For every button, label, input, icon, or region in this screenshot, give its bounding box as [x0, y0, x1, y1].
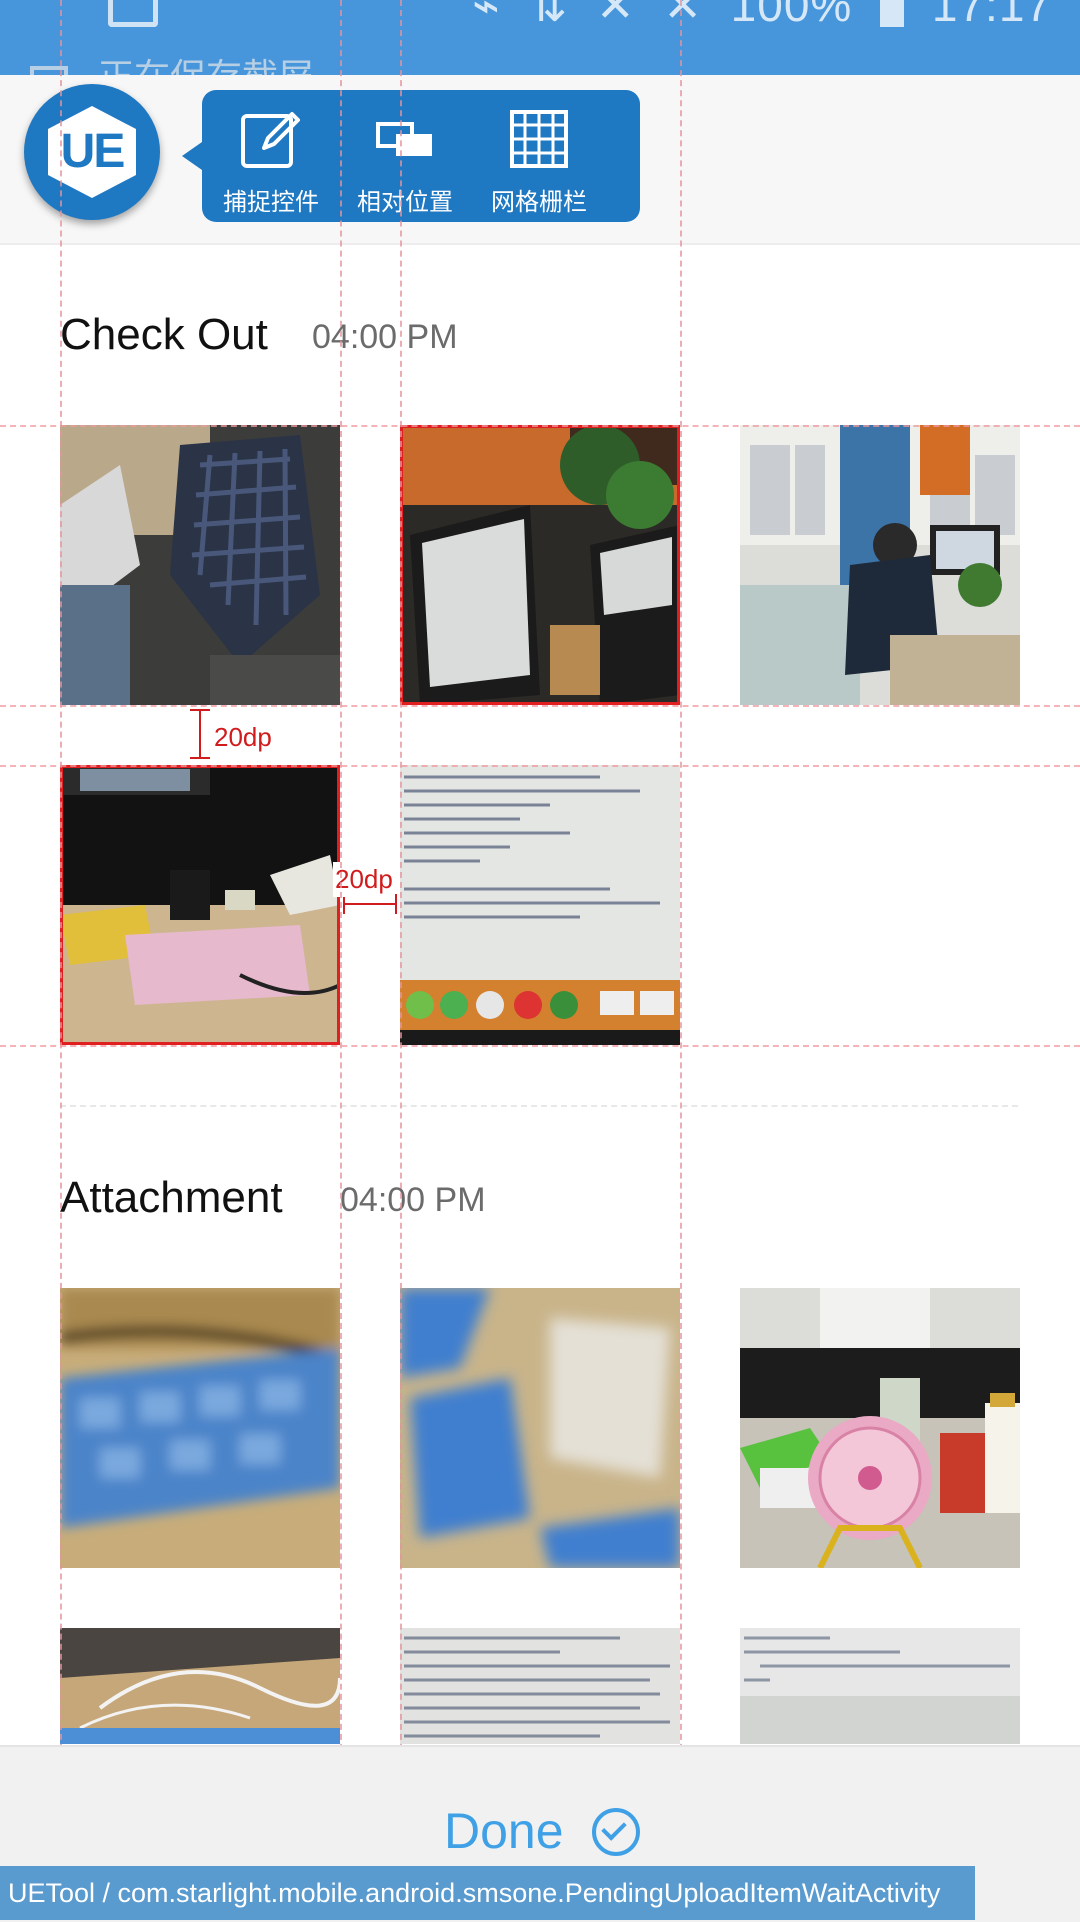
section-time-check-out: 04:00 PM	[312, 318, 458, 356]
status-icons: ⌁ ⇅ ✕ ✕ 100% 17:17	[458, 0, 1052, 32]
horizontal-spacing-label: 20dp	[333, 862, 395, 897]
pencil-icon	[241, 112, 300, 168]
battery-icon	[880, 0, 905, 27]
photo-monitors-plant	[400, 425, 680, 705]
photo-thumbnail[interactable]	[740, 1628, 1020, 1744]
photo-desk-fan	[740, 1288, 1020, 1568]
horizontal-measure-marker	[343, 894, 397, 914]
grid-guide-horizontal	[0, 425, 1080, 427]
grid-guide-vertical	[680, 0, 682, 1780]
photo-cable-keyboard	[60, 1628, 340, 1744]
check-circle-icon[interactable]	[592, 1808, 640, 1856]
photo-thumbnail-selected[interactable]	[400, 425, 680, 705]
photo-code-screen-2	[400, 1628, 680, 1744]
section-title-check-out: Check Out	[60, 310, 268, 359]
grid-guide-vertical	[60, 0, 62, 1780]
clock: 17:17	[931, 0, 1052, 31]
battery-percent: 100%	[730, 0, 853, 31]
status-bar: ⌁ ⇅ ✕ ✕ 100% 17:17 正在保存截屏	[0, 0, 1080, 97]
photo-desk-food	[60, 765, 340, 1045]
uetool-logo-button[interactable]: UE	[24, 84, 160, 220]
gallery-icon	[108, 0, 158, 27]
section-time-attachment: 04:00 PM	[340, 1181, 486, 1219]
photo-thumbnail[interactable]	[60, 425, 340, 705]
photo-office-desk	[740, 425, 1020, 705]
grid-icon	[510, 110, 568, 168]
section-divider	[60, 1105, 1018, 1107]
relative-position-button[interactable]: 相对位置	[338, 90, 472, 222]
grid-guide-vertical	[400, 0, 402, 1780]
grid-fence-button[interactable]: 网格栅栏	[472, 90, 606, 222]
photo-thumbnail[interactable]	[400, 1628, 680, 1744]
overlap-icon	[376, 122, 432, 156]
section-title-attachment: Attachment	[60, 1173, 283, 1222]
uetool-menu: 捕捉控件 相对位置 网格栅栏	[182, 90, 640, 222]
photo-basket	[60, 425, 340, 705]
nfc-icon: ⌁	[472, 0, 501, 31]
data-icon: ⇅	[528, 0, 569, 31]
photo-thumbnail[interactable]	[740, 1288, 1020, 1568]
uetool-activity-info: UETool / com.starlight.mobile.android.sm…	[0, 1866, 975, 1920]
grid-guide-horizontal	[0, 765, 1080, 767]
grid-guide-vertical	[340, 0, 342, 1780]
capture-view-button[interactable]: 捕捉控件	[204, 90, 338, 222]
vertical-measure-marker	[190, 709, 210, 759]
photo-blue-keyboard	[60, 1288, 340, 1568]
grid-guide-horizontal	[0, 1045, 1080, 1047]
photo-thumbnail-selected[interactable]	[60, 765, 340, 1045]
grid-guide-horizontal	[0, 705, 1080, 707]
photo-thumbnail[interactable]	[60, 1288, 340, 1568]
vertical-spacing-label: 20dp	[214, 722, 272, 752]
photo-keyboard-closeup	[400, 1288, 680, 1568]
signal-off-icon: ✕	[596, 0, 636, 31]
photo-thumbnail[interactable]	[400, 765, 680, 1045]
signal-off-icon: ✕	[663, 0, 703, 31]
done-button-label[interactable]: Done	[444, 1802, 564, 1860]
photo-code-screen	[400, 765, 680, 1045]
photo-code-screen-3	[740, 1628, 1020, 1744]
photo-thumbnail[interactable]	[400, 1288, 680, 1568]
photo-thumbnail[interactable]	[60, 1628, 340, 1744]
photo-thumbnail[interactable]	[740, 425, 1020, 705]
